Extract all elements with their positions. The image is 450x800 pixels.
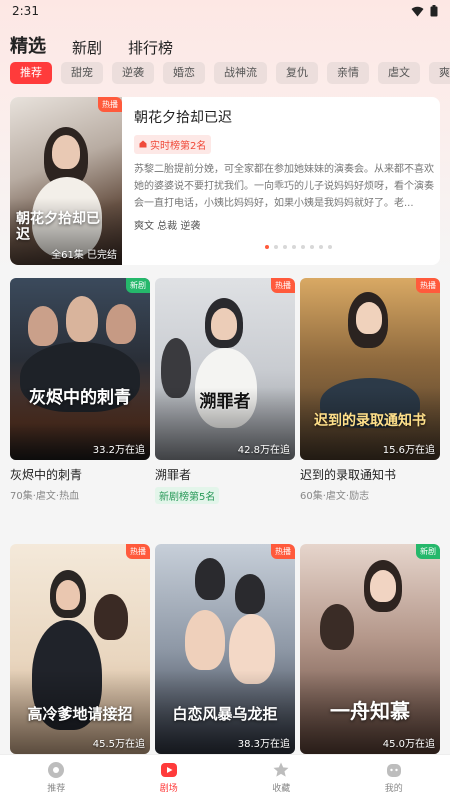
bottom-nav: 推荐 剧场 收藏 我的 [0, 754, 450, 800]
chip-family[interactable]: 亲情 [327, 62, 369, 84]
view-count: 15.6万在追 [382, 445, 435, 456]
hot-badge: 热播 [416, 278, 440, 293]
top-tabs: 精选 新剧 排行榜 [0, 26, 450, 58]
new-badge: 新剧 [416, 544, 440, 559]
battery-icon [430, 5, 438, 17]
chip-war-god[interactable]: 战神流 [214, 62, 267, 84]
chip-comeback[interactable]: 逆袭 [112, 62, 154, 84]
card-poster[interactable]: 热播 白恋风暴乌龙拒 38.3万在追 [155, 544, 295, 754]
tab-ranking[interactable]: 排行榜 [128, 37, 173, 58]
drama-card[interactable]: 新剧 一舟知慕 45.0万在追 [300, 544, 440, 754]
star-icon [273, 762, 289, 777]
poster-figure [52, 135, 80, 169]
wifi-icon [411, 6, 424, 16]
featured-card[interactable]: 热播 朝花夕拾却已迟 全61集 已完结 朝花夕拾却已迟 实时榜第2名 苏黎二胎提… [10, 97, 440, 265]
category-chips: 推荐 甜宠 逆袭 婚恋 战神流 复仇 亲情 虐文 爽文 [10, 62, 450, 86]
nav-label: 收藏 [272, 784, 291, 794]
view-count: 45.5万在追 [92, 739, 145, 750]
nav-favorites[interactable]: 收藏 [225, 755, 338, 800]
drama-card[interactable]: 热播 白恋风暴乌龙拒 38.3万在追 [155, 544, 295, 754]
card-meta: 70集·虐文·热血 [10, 491, 80, 502]
new-badge: 新剧 [126, 278, 150, 293]
poster-title-art: 迟到的录取通知书 [314, 413, 426, 429]
carousel-dot[interactable] [292, 245, 296, 249]
drama-card[interactable]: 热播 溯罪者 42.8万在追 溯罪者 新剧榜第5名 [155, 278, 295, 504]
view-count: 45.0万在追 [382, 739, 435, 750]
rank-badge: 实时榜第2名 [134, 134, 212, 154]
card-poster[interactable]: 热播 迟到的录取通知书 15.6万在追 [300, 278, 440, 460]
compass-icon [48, 762, 65, 778]
poster-title-art: 高冷爹地请接招 [27, 705, 133, 723]
rank-text: 实时榜第2名 [150, 140, 207, 152]
profile-icon [386, 764, 401, 777]
carousel-dot[interactable] [328, 245, 332, 249]
featured-poster[interactable]: 热播 朝花夕拾却已迟 全61集 已完结 [10, 97, 122, 265]
status-bar: 2:31 [0, 0, 450, 22]
carousel-dot[interactable] [319, 245, 323, 249]
card-meta: 60集·虐文·励志 [300, 491, 370, 502]
featured-title: 朝花夕拾却已迟 [134, 110, 232, 126]
card-poster[interactable]: 新剧 一舟知慕 45.0万在追 [300, 544, 440, 754]
chip-romance[interactable]: 婚恋 [163, 62, 205, 84]
drama-card[interactable]: 新剧 灰烬中的刺青 33.2万在追 灰烬中的刺青 70集·虐文·热血 [10, 278, 150, 502]
nav-profile[interactable]: 我的 [338, 755, 450, 800]
featured-tags: 爽文 总裁 逆袭 [134, 220, 201, 232]
chip-revenge[interactable]: 复仇 [276, 62, 318, 84]
view-count: 42.8万在追 [237, 445, 290, 456]
poster-title-art: 白恋风暴乌龙拒 [172, 705, 278, 723]
status-time: 2:31 [12, 4, 39, 18]
chip-sweet[interactable]: 甜宠 [61, 62, 103, 84]
drama-card[interactable]: 热播 迟到的录取通知书 15.6万在追 迟到的录取通知书 60集·虐文·励志 [300, 278, 440, 502]
card-title[interactable]: 灰烬中的刺青 [10, 466, 150, 483]
drama-card[interactable]: 热播 高冷爹地请接招 45.5万在追 [10, 544, 150, 754]
carousel-dot[interactable] [283, 245, 287, 249]
rank-badge: 新剧榜第5名 [155, 487, 220, 504]
nav-label: 剧场 [159, 784, 178, 794]
view-count: 33.2万在追 [92, 445, 145, 456]
poster-title-art: 溯罪者 [199, 392, 251, 412]
carousel-dot[interactable] [274, 245, 278, 249]
card-title[interactable]: 迟到的录取通知书 [300, 466, 440, 483]
card-title[interactable]: 溯罪者 [155, 466, 295, 483]
hot-badge: 热播 [271, 278, 295, 293]
carousel-indicator [265, 245, 332, 249]
chip-sad[interactable]: 虐文 [378, 62, 420, 84]
home-icon [139, 140, 147, 148]
card-poster[interactable]: 热播 高冷爹地请接招 45.5万在追 [10, 544, 150, 754]
nav-label: 我的 [384, 784, 403, 794]
chip-satisfying[interactable]: 爽文 [429, 62, 450, 84]
hot-badge: 热播 [126, 544, 150, 559]
nav-theater[interactable]: 剧场 [113, 755, 226, 800]
carousel-dot[interactable] [265, 245, 269, 249]
play-icon [160, 763, 177, 777]
carousel-dot[interactable] [301, 245, 305, 249]
card-poster[interactable]: 热播 溯罪者 42.8万在追 [155, 278, 295, 460]
poster-title-art: 朝花夕拾却已迟 [16, 210, 100, 243]
poster-title-art: 一舟知慕 [330, 699, 410, 723]
chip-recommend[interactable]: 推荐 [10, 62, 52, 84]
hot-badge: 热播 [271, 544, 295, 559]
featured-description: 苏黎二胎提前分娩，可全家都在参加她妹妹的演奏会。从来都不喜欢她的婆婆说不要打扰我… [134, 163, 434, 209]
carousel-dot[interactable] [310, 245, 314, 249]
poster-title-art: 灰烬中的刺青 [29, 388, 131, 408]
nav-label: 推荐 [47, 784, 66, 794]
episode-count: 全61集 已完结 [51, 250, 117, 261]
tab-new[interactable]: 新剧 [72, 37, 102, 58]
tab-featured[interactable]: 精选 [10, 32, 46, 58]
view-count: 38.3万在追 [237, 739, 290, 750]
nav-recommend[interactable]: 推荐 [0, 755, 113, 800]
card-poster[interactable]: 新剧 灰烬中的刺青 33.2万在追 [10, 278, 150, 460]
hot-badge: 热播 [98, 97, 122, 112]
